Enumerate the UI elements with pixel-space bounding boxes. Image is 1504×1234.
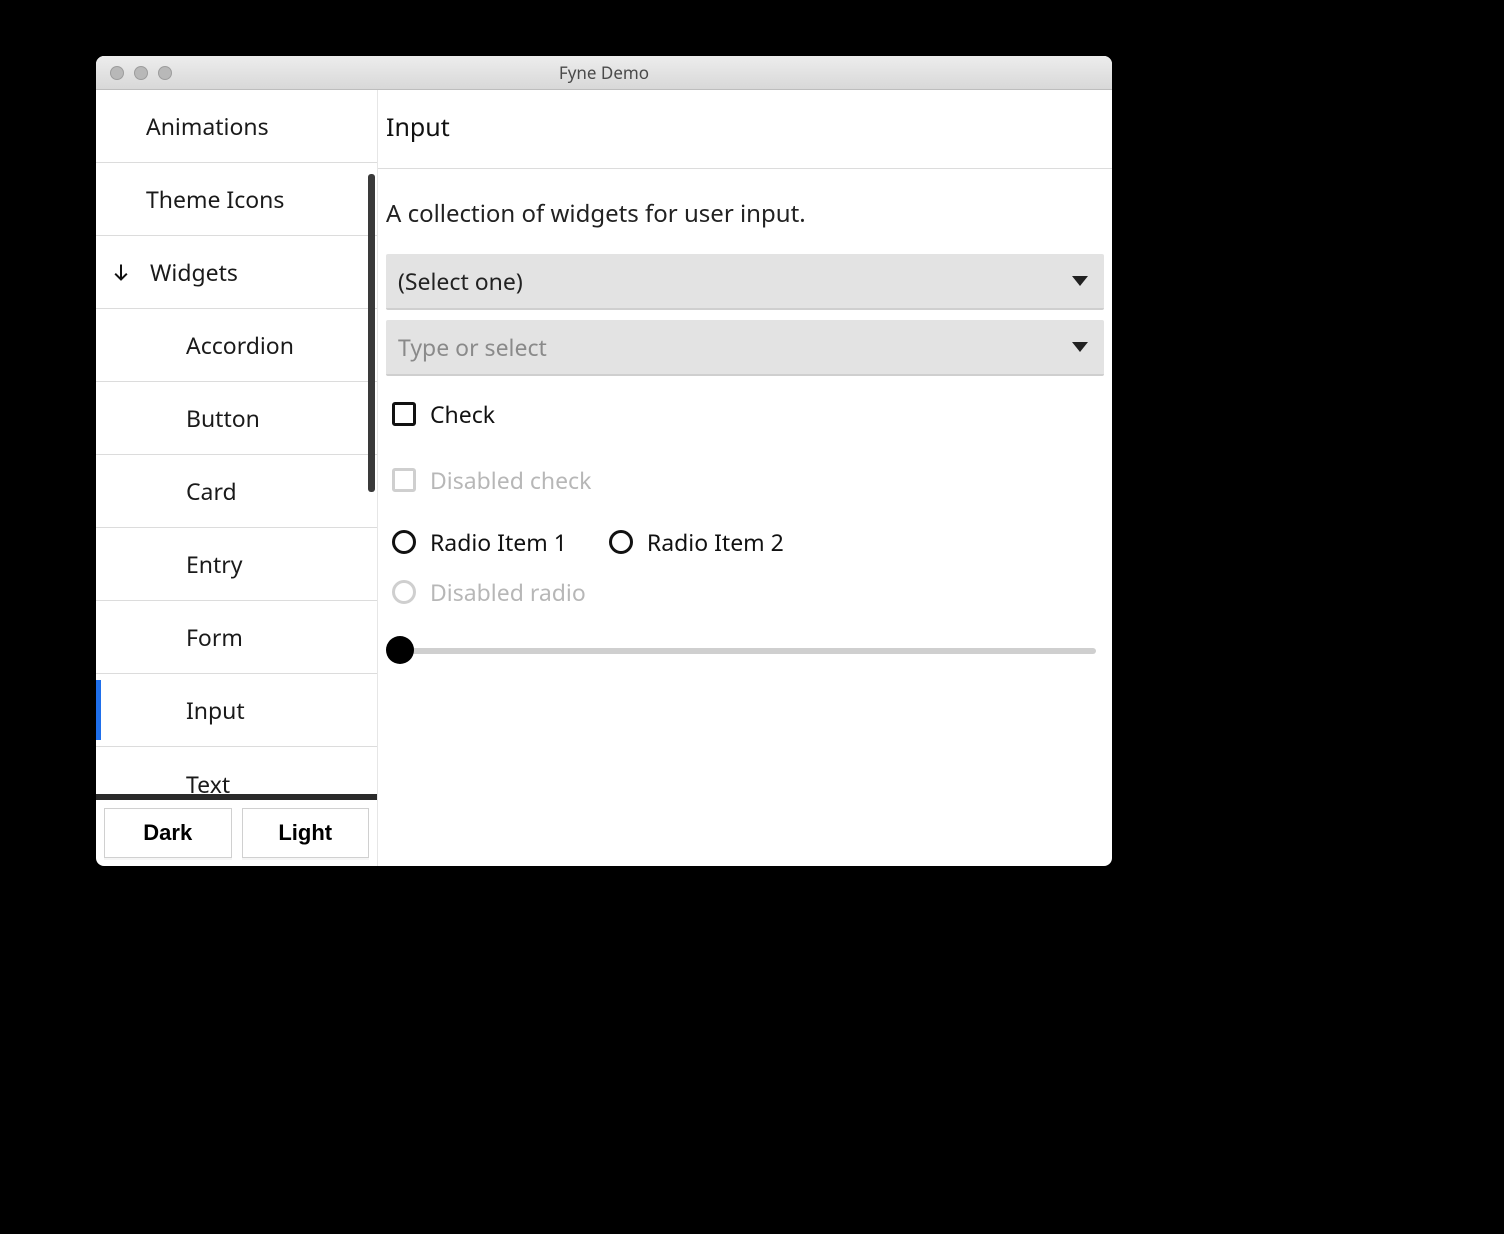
sidebar-item-label: Form [186,621,243,653]
disabled-check-checkbox: Disabled check [386,452,1104,508]
theme-switcher: Dark Light [96,800,377,866]
light-theme-button[interactable]: Light [242,808,370,858]
window-controls [96,66,172,80]
sidebar-item-label: Text [186,768,230,795]
sidebar-group-widgets[interactable]: Widgets [96,236,377,309]
radio-group: Radio Item 1 Radio Item 2 [386,518,1104,566]
sidebar-group-label: Widgets [150,256,238,288]
window-title: Fyne Demo [96,61,1112,84]
checkbox-label: Check [430,398,495,430]
checkbox-label: Disabled check [430,464,591,496]
sidebar-item-label: Theme Icons [146,183,284,215]
sidebar-item-label: Accordion [186,329,294,361]
sidebar-item-label: Input [186,694,245,726]
slider[interactable] [386,630,1104,670]
sidebar-item-form[interactable]: Form [96,601,377,674]
maximize-icon[interactable] [158,66,172,80]
radio-unchecked-icon [392,580,416,604]
app-window: Fyne Demo Animations Theme Icons [96,56,1112,866]
minimize-icon[interactable] [134,66,148,80]
sidebar-item-card[interactable]: Card [96,455,377,528]
dark-theme-button[interactable]: Dark [104,808,232,858]
select-label: (Select one) [398,265,523,297]
sidebar: Animations Theme Icons Widgets [96,90,378,866]
sidebar-item-label: Button [186,402,260,434]
page-description: A collection of widgets for user input. [386,177,1104,244]
select-one-dropdown[interactable]: (Select one) [386,254,1104,310]
sidebar-item-theme-icons[interactable]: Theme Icons [96,163,377,236]
slider-track [394,648,1096,654]
checkbox-unchecked-icon [392,402,416,426]
close-icon[interactable] [110,66,124,80]
sidebar-list: Animations Theme Icons Widgets [96,90,377,794]
caret-down-icon [1072,276,1088,286]
titlebar[interactable]: Fyne Demo [96,56,1112,90]
disabled-radio: Disabled radio [386,576,1104,620]
checkbox-unchecked-icon [392,468,416,492]
sidebar-item-entry[interactable]: Entry [96,528,377,601]
select-placeholder: Type or select [398,331,547,363]
radio-unchecked-icon [609,530,633,554]
sidebar-scroll[interactable]: Animations Theme Icons Widgets [96,90,377,794]
radio-label: Radio Item 1 [430,526,567,558]
sidebar-item-label: Animations [146,110,269,142]
content-area: A collection of widgets for user input. … [378,169,1112,670]
check-checkbox[interactable]: Check [386,386,1104,442]
radio-unchecked-icon [392,530,416,554]
caret-down-icon [1072,342,1088,352]
main-panel: Input A collection of widgets for user i… [378,90,1112,866]
type-or-select-combobox[interactable]: Type or select [386,320,1104,376]
sidebar-item-label: Card [186,475,237,507]
sidebar-item-text[interactable]: Text [96,747,377,794]
sidebar-item-accordion[interactable]: Accordion [96,309,377,382]
arrow-down-icon [110,262,132,282]
radio-item-1[interactable]: Radio Item 1 [392,526,567,558]
client-area: Animations Theme Icons Widgets [96,90,1112,866]
radio-label: Radio Item 2 [647,526,784,558]
slider-thumb[interactable] [386,636,414,664]
sidebar-item-label: Entry [186,548,243,580]
radio-item-2[interactable]: Radio Item 2 [609,526,784,558]
radio-label: Disabled radio [430,576,586,608]
sidebar-scrollbar[interactable] [368,174,375,492]
page-title: Input [378,90,1112,169]
sidebar-item-animations[interactable]: Animations [96,90,377,163]
sidebar-item-button[interactable]: Button [96,382,377,455]
sidebar-item-input[interactable]: Input [96,674,377,747]
